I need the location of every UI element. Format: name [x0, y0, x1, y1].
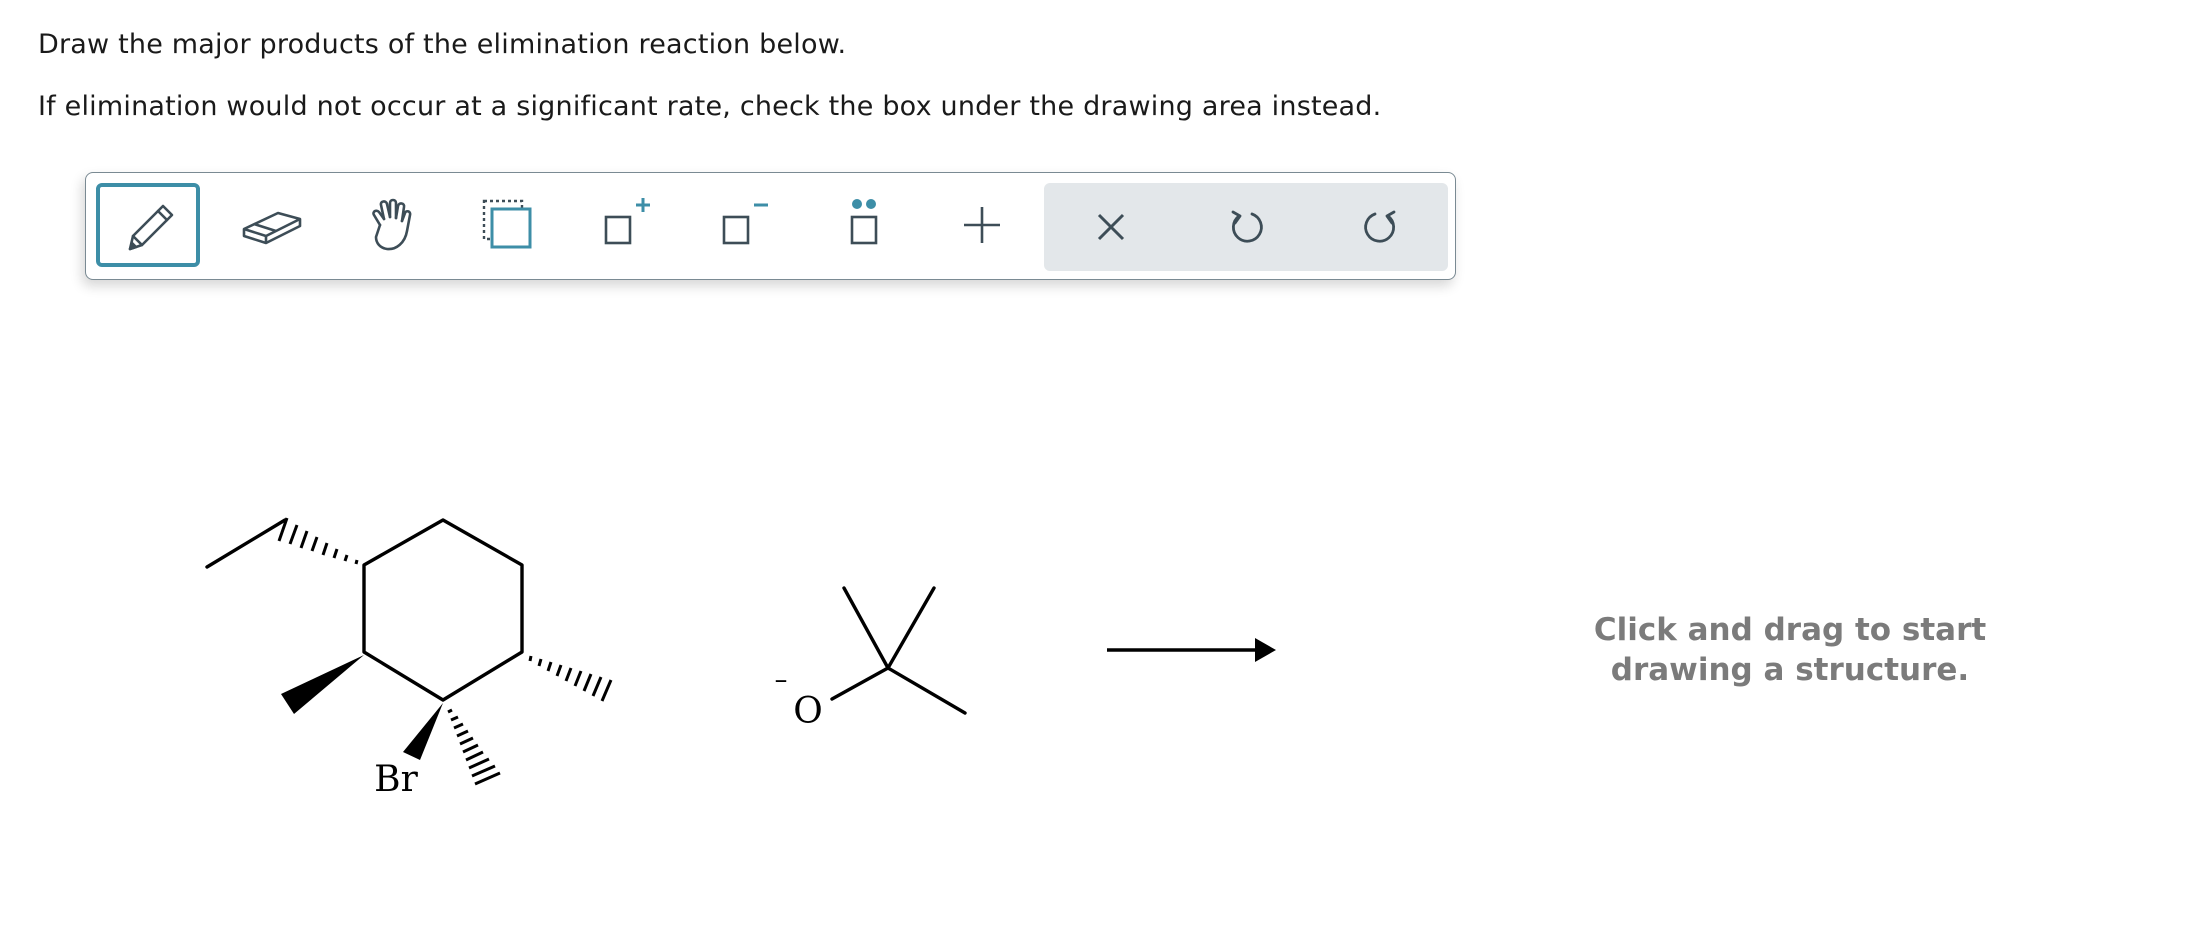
hashed-wedge-ethyl	[277, 517, 359, 565]
ethyl-bond	[205, 518, 287, 569]
solid-wedge-methyl	[281, 655, 364, 714]
hashed-wedge-right-methyl	[528, 655, 613, 702]
canvas-hint-line1: Click and drag to start	[1593, 612, 1987, 648]
oxygen-label: O	[793, 691, 823, 732]
substrate-molecule	[205, 518, 524, 702]
bromo-label: Br	[374, 759, 418, 800]
canvas-hint: Click and drag to start drawing a struct…	[1500, 610, 2080, 690]
solid-wedge-bromo	[403, 703, 443, 760]
canvas-hint-line2: drawing a structure.	[1610, 652, 1970, 688]
negative-charge-label: –	[775, 665, 788, 695]
cyclohexane-ring	[362, 518, 524, 702]
base-molecule	[830, 586, 967, 715]
hashed-wedge-bottom-methyl	[447, 708, 501, 786]
